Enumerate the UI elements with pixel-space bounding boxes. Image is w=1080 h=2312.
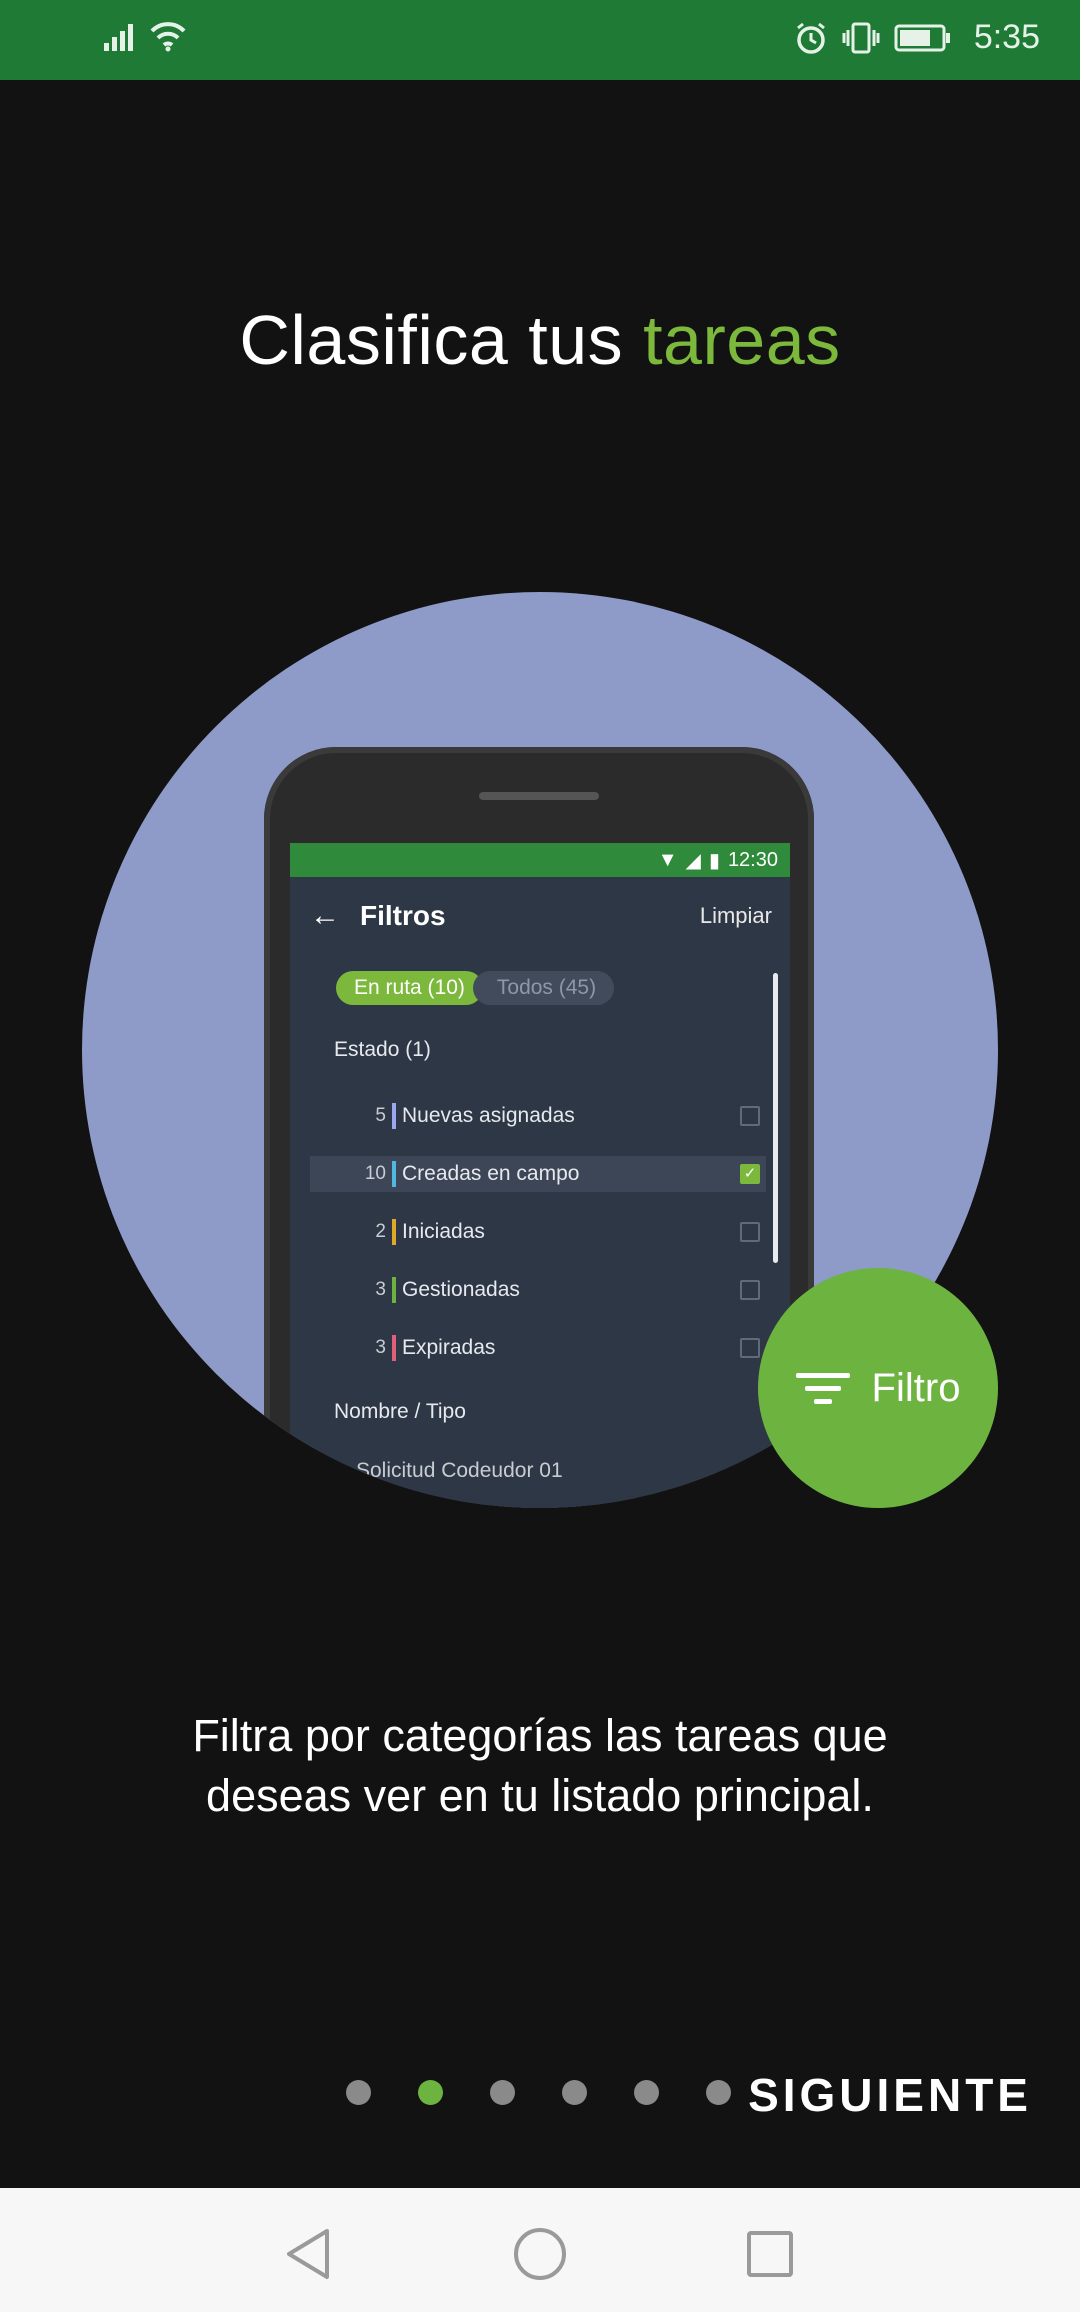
description-line-1: Filtra por categorías las tareas que <box>192 1710 888 1761</box>
page-title: Clasifica tus tareas <box>0 300 1080 380</box>
phone-screen: ▼ ◢ ▮ 12:30 ← Filtros Limpiar En ruta (1… <box>290 843 790 1508</box>
filter-color-bar <box>392 1161 396 1187</box>
mockup-partial-row: Solicitud Codeudor 01 <box>356 1459 563 1482</box>
chip-todos: Todos (45) <box>472 971 615 1005</box>
page-dot <box>634 2080 659 2105</box>
home-circle-icon <box>514 2228 566 2280</box>
filter-row: 5 Nuevas asignadas <box>310 1098 766 1134</box>
alarm-icon <box>796 22 825 54</box>
filter-fab: Filtro <box>758 1268 998 1508</box>
filter-row: 3 Expiradas <box>310 1330 766 1366</box>
mockup-title: Filtros <box>360 900 446 931</box>
vibrate-icon <box>842 22 880 53</box>
checkbox-icon <box>740 1280 760 1300</box>
chip-en-ruta: En ruta (10) <box>336 971 483 1005</box>
filter-color-bar <box>392 1277 396 1303</box>
signal-icon <box>104 24 133 51</box>
mockup-wifi-icon: ▼ <box>657 848 678 871</box>
status-time: 5:35 <box>973 18 1040 56</box>
page-dot <box>562 2080 587 2105</box>
filter-row: 3 Gestionadas <box>310 1272 766 1308</box>
mockup-section-estado: Estado (1) <box>334 1038 431 1061</box>
back-triangle-icon <box>287 2229 329 2279</box>
recents-square-icon <box>747 2231 793 2277</box>
page-dot <box>706 2080 731 2105</box>
filter-label: Nuevas asignadas <box>402 1104 575 1127</box>
page-dot <box>490 2080 515 2105</box>
filter-label: Expiradas <box>402 1336 496 1359</box>
page-dot <box>346 2080 371 2105</box>
page-dot-active <box>418 2080 443 2105</box>
home-button[interactable] <box>510 2224 570 2284</box>
filter-row-selected: 10 Creadas en campo ✓ <box>310 1156 766 1192</box>
description-line-2: deseas ver en tu listado principal. <box>206 1770 874 1821</box>
filter-count: 3 <box>375 1337 386 1358</box>
filter-label: Iniciadas <box>402 1220 485 1243</box>
mockup-battery-icon: ▮ <box>708 849 720 872</box>
filter-color-bar <box>392 1335 396 1361</box>
filter-label: Creadas en campo <box>402 1162 580 1185</box>
title-prefix: Clasifica tus <box>239 301 624 379</box>
filter-row: 2 Iniciadas <box>310 1214 766 1250</box>
title-accent: tareas <box>643 301 841 379</box>
fab-label: Filtro <box>871 1365 961 1410</box>
filter-count: 2 <box>375 1221 386 1242</box>
battery-icon <box>894 24 950 51</box>
status-bar: 5:35 <box>0 0 1080 80</box>
back-arrow-icon: ← <box>310 899 340 932</box>
checkbox-icon <box>740 1222 760 1242</box>
page-indicator <box>346 2080 731 2105</box>
mockup-app-bar: ← Filtros Limpiar <box>290 877 790 955</box>
mockup-section-tipo: Nombre / Tipo <box>334 1400 466 1423</box>
phone-mockup: ▼ ◢ ▮ 12:30 ← Filtros Limpiar En ruta (1… <box>264 747 814 1508</box>
recents-button[interactable] <box>740 2224 800 2284</box>
next-button[interactable]: SIGUIENTE <box>748 2068 1032 2122</box>
filter-color-bar <box>392 1103 396 1129</box>
mockup-scrollbar <box>773 973 778 1263</box>
status-left <box>104 20 188 52</box>
navigation-bar <box>0 2188 1080 2312</box>
checkbox-icon <box>740 1106 760 1126</box>
mockup-signal-icon: ◢ <box>685 849 701 872</box>
filter-count: 5 <box>375 1105 386 1126</box>
filter-icon <box>795 1372 850 1404</box>
mockup-time: 12:30 <box>727 848 778 871</box>
filter-count: 10 <box>364 1163 386 1184</box>
status-right: 5:35 <box>794 18 1040 57</box>
mockup-chips: En ruta (10) Todos (45) <box>336 971 615 1005</box>
mockup-clear-button: Limpiar <box>699 903 772 928</box>
description: Filtra por categorías las tareas que des… <box>100 1706 980 1826</box>
wifi-icon <box>150 22 186 52</box>
filter-color-bar <box>392 1219 396 1245</box>
checked-checkbox-icon: ✓ <box>740 1164 760 1184</box>
back-button[interactable] <box>278 2224 338 2284</box>
filter-label: Gestionadas <box>402 1278 520 1301</box>
phone-speaker <box>479 792 599 800</box>
filter-count: 3 <box>375 1279 386 1300</box>
mockup-status-bar: ▼ ◢ ▮ 12:30 <box>290 843 790 877</box>
checkbox-icon <box>740 1338 760 1358</box>
